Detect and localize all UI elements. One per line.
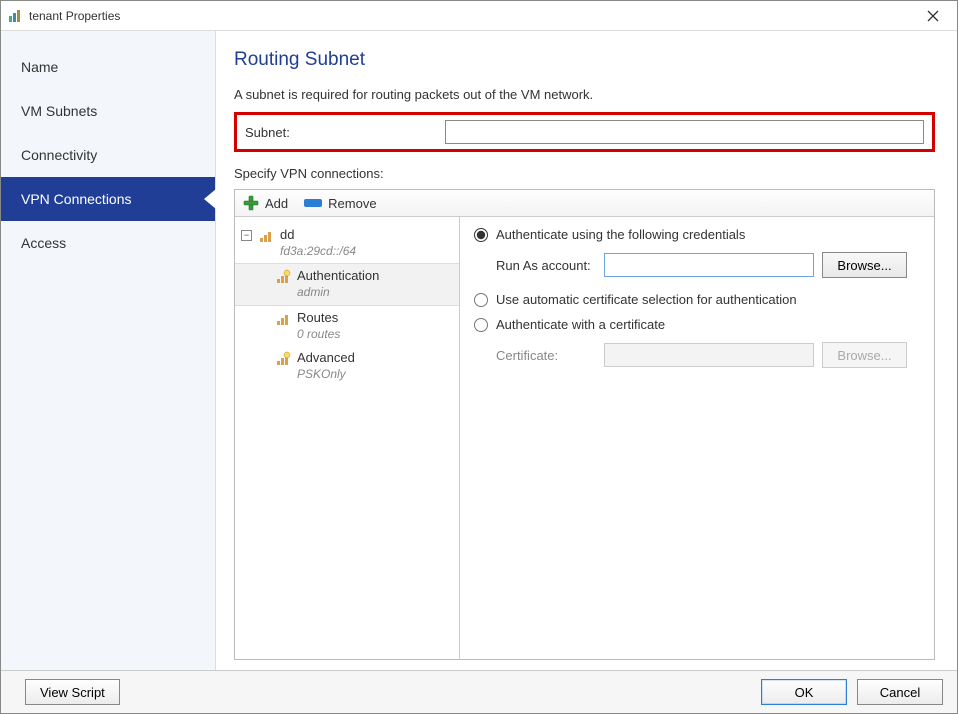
minus-icon [304, 199, 322, 207]
tree-node-connection[interactable]: − dd fd3a:29cd::/64 [235, 223, 459, 263]
certificate-label: Certificate: [496, 348, 596, 363]
titlebar: tenant Properties [1, 1, 957, 31]
tree-node-sublabel: PSKOnly [297, 367, 355, 383]
radio-credentials-label: Authenticate using the following credent… [496, 227, 745, 242]
page-description: A subnet is required for routing packets… [234, 87, 935, 102]
view-script-button[interactable]: View Script [25, 679, 120, 705]
sidebar-item-label: VPN Connections [21, 191, 132, 207]
sidebar-item-label: Connectivity [21, 147, 97, 163]
certificate-input [604, 343, 814, 367]
radio-cert-input[interactable] [474, 318, 488, 332]
plus-icon [243, 195, 259, 211]
close-button[interactable] [913, 2, 953, 30]
tree-node-label: dd [280, 227, 356, 244]
main-area: Name VM Subnets Connectivity VPN Connect… [1, 31, 957, 670]
specify-vpn-label: Specify VPN connections: [234, 166, 935, 181]
vpn-tree: − dd fd3a:29cd::/64 [235, 217, 460, 659]
sidebar-item-name[interactable]: Name [1, 45, 215, 89]
runas-row: Run As account: Browse... [496, 252, 920, 278]
certificate-row: Certificate: Browse... [496, 342, 920, 368]
network-icon [258, 228, 274, 244]
cancel-button[interactable]: Cancel [857, 679, 943, 705]
runas-label: Run As account: [496, 258, 596, 273]
tree-node-label: Advanced [297, 350, 355, 367]
advanced-icon [275, 351, 291, 367]
dialog-footer: View Script OK Cancel [1, 670, 957, 713]
add-label: Add [265, 196, 288, 211]
subnet-row-highlight: Subnet: [234, 112, 935, 152]
tree-node-text: Routes 0 routes [297, 310, 340, 342]
vpn-toolbar: Add Remove [235, 190, 934, 217]
sidebar-item-connectivity[interactable]: Connectivity [1, 133, 215, 177]
sidebar-item-access[interactable]: Access [1, 221, 215, 265]
subnet-label: Subnet: [245, 125, 445, 140]
ok-button[interactable]: OK [761, 679, 847, 705]
radio-credentials-input[interactable] [474, 228, 488, 242]
add-button[interactable]: Add [243, 195, 288, 211]
certificate-browse-button: Browse... [822, 342, 907, 368]
collapse-icon[interactable]: − [241, 230, 252, 241]
tree-node-text: Authentication admin [297, 268, 379, 300]
tree-node-text: dd fd3a:29cd::/64 [280, 227, 356, 259]
tree-node-text: Advanced PSKOnly [297, 350, 355, 382]
window-title: tenant Properties [29, 9, 913, 23]
runas-input[interactable] [604, 253, 814, 277]
tree-node-sublabel: admin [297, 285, 379, 301]
radio-auto-cert[interactable]: Use automatic certificate selection for … [474, 292, 920, 307]
sidebar-item-vpn-connections[interactable]: VPN Connections [1, 177, 215, 221]
sidebar-item-label: VM Subnets [21, 103, 97, 119]
tree-node-routes[interactable]: Routes 0 routes [235, 306, 459, 346]
radio-auto-cert-label: Use automatic certificate selection for … [496, 292, 797, 307]
tree-node-advanced[interactable]: Advanced PSKOnly [235, 346, 459, 386]
vpn-body: − dd fd3a:29cd::/64 [235, 217, 934, 659]
radio-auto-cert-input[interactable] [474, 293, 488, 307]
auth-details-panel: Authenticate using the following credent… [460, 217, 934, 659]
subnet-input[interactable] [445, 120, 924, 144]
routes-icon [275, 311, 291, 327]
tree-node-sublabel: fd3a:29cd::/64 [280, 244, 356, 260]
tree-node-label: Authentication [297, 268, 379, 285]
remove-label: Remove [328, 196, 376, 211]
sidebar-item-vm-subnets[interactable]: VM Subnets [1, 89, 215, 133]
page-heading: Routing Subnet [234, 49, 935, 71]
content-panel: Routing Subnet A subnet is required for … [216, 31, 957, 670]
sidebar-item-label: Access [21, 235, 66, 251]
vpn-panel: Add Remove − dd [234, 189, 935, 660]
tree-node-authentication[interactable]: Authentication admin [235, 263, 459, 305]
radio-cert[interactable]: Authenticate with a certificate [474, 317, 920, 332]
tree-node-label: Routes [297, 310, 340, 327]
auth-icon [275, 269, 291, 285]
sidebar: Name VM Subnets Connectivity VPN Connect… [1, 31, 216, 670]
tree-node-sublabel: 0 routes [297, 327, 340, 343]
radio-cert-label: Authenticate with a certificate [496, 317, 665, 332]
app-icon [7, 8, 23, 24]
radio-credentials[interactable]: Authenticate using the following credent… [474, 227, 920, 242]
remove-button[interactable]: Remove [304, 196, 376, 211]
runas-browse-button[interactable]: Browse... [822, 252, 907, 278]
sidebar-item-label: Name [21, 59, 58, 75]
